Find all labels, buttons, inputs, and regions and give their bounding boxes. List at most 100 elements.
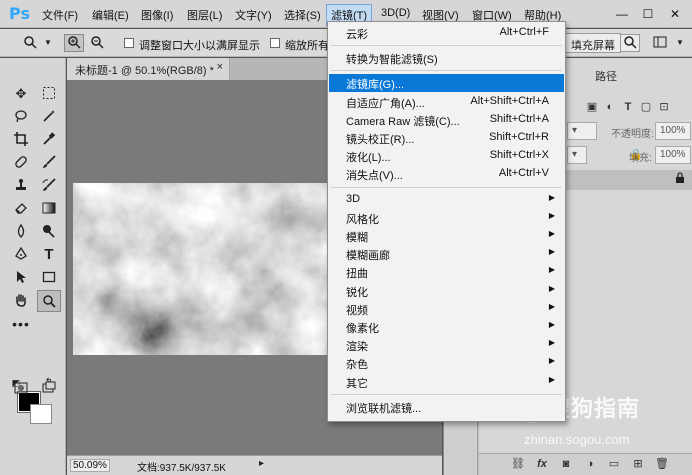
quick-mask-icon[interactable] bbox=[9, 378, 33, 400]
filter-menu-item-shortcut: Shift+Ctrl+X bbox=[489, 149, 549, 162]
filter-menu-item[interactable]: 模糊画廊 ▶ bbox=[329, 245, 564, 263]
filter-menu-item[interactable]: 其它 ▶ bbox=[329, 373, 564, 391]
blur-tool-icon[interactable] bbox=[9, 221, 33, 243]
new-layer-icon[interactable]: ⊞ bbox=[631, 457, 645, 471]
watermark-url: zhinan.sogou.com bbox=[524, 432, 630, 447]
filter-menu-item[interactable]: 浏览联机滤镜... bbox=[329, 398, 564, 416]
submenu-arrow-icon: ▶ bbox=[548, 192, 555, 202]
filter-menu-item[interactable]: 锐化 ▶ bbox=[329, 282, 564, 300]
filter-menu-item-label: Camera Raw 滤镜(C)... bbox=[346, 115, 460, 128]
maximize-button[interactable]: ☐ bbox=[637, 5, 659, 23]
filter-menu-item-shortcut: Alt+Shift+Ctrl+A bbox=[470, 94, 549, 107]
filter-menu-item[interactable]: 自适应广角(A)... Alt+Shift+Ctrl+A bbox=[329, 93, 564, 111]
zoom-out-icon[interactable] bbox=[87, 34, 107, 52]
opacity-label: 不透明度: bbox=[611, 129, 654, 140]
filter-menu-item-label: 液化(L)... bbox=[346, 152, 391, 165]
healing-brush-tool-icon[interactable] bbox=[9, 152, 33, 174]
filter-adjustment-icon[interactable]: ◐ bbox=[603, 100, 617, 114]
filter-menu-item-label: 浏览联机滤镜... bbox=[346, 402, 422, 415]
more-tools-icon[interactable]: ••• bbox=[9, 313, 33, 335]
pen-tool-icon[interactable] bbox=[9, 244, 33, 266]
fill-field[interactable]: 100% bbox=[655, 146, 691, 164]
filter-menu-item[interactable]: 扭曲 ▶ bbox=[329, 263, 564, 281]
filter-menu-item-label: 滤镜库(G)... bbox=[346, 79, 405, 92]
status-menu-arrow-icon[interactable]: ▸ bbox=[259, 458, 264, 469]
filter-menu-item[interactable]: 风格化 ▶ bbox=[329, 209, 564, 227]
filter-menu-item[interactable]: 像素化 ▶ bbox=[329, 318, 564, 336]
hand-tool-icon[interactable] bbox=[9, 290, 33, 312]
resize-windows-checkbox[interactable] bbox=[124, 38, 134, 48]
search-icon[interactable] bbox=[620, 34, 640, 52]
rectangle-tool-icon[interactable] bbox=[37, 267, 61, 289]
filter-menu-item[interactable]: 视频 ▶ bbox=[329, 300, 564, 318]
lock-options[interactable]: ▾ bbox=[567, 146, 587, 164]
type-tool-icon[interactable]: T bbox=[37, 244, 61, 266]
layer-style-icon[interactable]: fx bbox=[535, 457, 549, 471]
path-selection-tool-icon[interactable] bbox=[9, 267, 33, 289]
filter-shape-icon[interactable]: ▢ bbox=[639, 100, 653, 114]
menu-file[interactable]: 文件(F) bbox=[42, 7, 78, 23]
eraser-tool-icon[interactable] bbox=[9, 198, 33, 220]
zoom-tool-icon[interactable] bbox=[37, 290, 61, 312]
menu-edit[interactable]: 编辑(E) bbox=[92, 7, 129, 23]
clouds-canvas[interactable] bbox=[73, 183, 333, 355]
add-mask-icon[interactable]: ◙ bbox=[559, 457, 573, 471]
menu-layer[interactable]: 图层(L) bbox=[187, 7, 222, 23]
chevron-down-icon[interactable]: ▼ bbox=[38, 34, 58, 52]
lasso-tool-icon[interactable] bbox=[9, 106, 33, 128]
zoom-all-checkbox[interactable] bbox=[270, 38, 280, 48]
eyedropper-tool-icon[interactable] bbox=[37, 129, 61, 151]
tab-paths[interactable]: 路径 bbox=[595, 68, 617, 84]
zoom-level-field[interactable]: 50.09% bbox=[70, 459, 110, 472]
filter-pixel-icon[interactable]: ▣ bbox=[585, 100, 599, 114]
filter-menu: 云彩 Alt+Ctrl+F 转换为智能滤镜(S) 滤镜库(G)... 自适应广角(A).… bbox=[327, 21, 566, 422]
filter-menu-item[interactable]: 3D ▶ bbox=[329, 191, 564, 209]
history-brush-tool-icon[interactable] bbox=[37, 175, 61, 197]
filter-type-icon[interactable]: T bbox=[621, 100, 635, 114]
filter-menu-item[interactable]: 云彩 Alt+Ctrl+F bbox=[329, 24, 564, 42]
filter-menu-item[interactable]: 滤镜库(G)... bbox=[329, 74, 564, 93]
close-window-button[interactable]: ✕ bbox=[664, 5, 686, 23]
magic-wand-tool-icon[interactable] bbox=[37, 106, 61, 128]
menu-select[interactable]: 选择(S) bbox=[284, 7, 321, 23]
move-tool-icon[interactable]: ✥ bbox=[9, 83, 33, 105]
opacity-field[interactable]: 100% bbox=[655, 122, 691, 140]
marquee-tool-icon[interactable] bbox=[37, 83, 61, 105]
adjustment-layer-icon[interactable]: ◑ bbox=[583, 457, 597, 471]
menu-3d[interactable]: 3D(D) bbox=[381, 7, 410, 19]
screen-mode-icon[interactable] bbox=[37, 378, 61, 400]
document-tab[interactable]: 未标题-1 @ 50.1%(RGB/8) * × bbox=[67, 58, 230, 80]
workspace-icon[interactable] bbox=[650, 34, 670, 52]
menu-type[interactable]: 文字(Y) bbox=[235, 7, 272, 23]
filter-menu-item[interactable]: 液化(L)... Shift+Ctrl+X bbox=[329, 147, 564, 165]
clouds-render-image bbox=[73, 183, 333, 355]
filter-menu-item[interactable]: Camera Raw 滤镜(C)... Shift+Ctrl+A bbox=[329, 111, 564, 129]
close-icon[interactable]: × bbox=[217, 61, 223, 73]
filter-menu-item[interactable]: 渲染 ▶ bbox=[329, 336, 564, 354]
new-group-icon[interactable]: ▭ bbox=[607, 457, 621, 471]
filter-menu-item[interactable]: 模糊 ▶ bbox=[329, 227, 564, 245]
tools-panel: ✥ T ••• ◩ bbox=[0, 58, 66, 475]
menu-separator bbox=[331, 70, 562, 72]
filter-menu-item[interactable]: 转换为智能滤镜(S) bbox=[329, 49, 564, 67]
filter-menu-item[interactable]: 杂色 ▶ bbox=[329, 354, 564, 372]
menu-image[interactable]: 图像(I) bbox=[141, 7, 173, 23]
filter-menu-item[interactable]: 消失点(V)... Alt+Ctrl+V bbox=[329, 165, 564, 183]
minimize-button[interactable]: — bbox=[611, 5, 633, 23]
filter-menu-item[interactable]: 镜头校正(R)... Shift+Ctrl+R bbox=[329, 129, 564, 147]
blend-mode-select[interactable]: ▾ bbox=[567, 122, 597, 140]
chevron-down-icon[interactable]: ▼ bbox=[670, 34, 690, 52]
brush-tool-icon[interactable] bbox=[37, 152, 61, 174]
zoom-tool-preset-icon[interactable] bbox=[20, 34, 40, 52]
dodge-tool-icon[interactable] bbox=[37, 221, 61, 243]
trash-icon[interactable]: 🗑 bbox=[655, 457, 669, 471]
fill-screen-button[interactable]: 填充屏幕 bbox=[565, 33, 621, 53]
gradient-tool-icon[interactable] bbox=[37, 198, 61, 220]
clone-stamp-tool-icon[interactable] bbox=[9, 175, 33, 197]
filter-smart-object-icon[interactable]: ⊡ bbox=[657, 100, 671, 114]
filter-menu-item-label: 杂色 bbox=[346, 359, 368, 372]
crop-tool-icon[interactable] bbox=[9, 129, 33, 151]
link-layers-icon[interactable]: ⛓ bbox=[511, 457, 525, 471]
background-color-swatch[interactable] bbox=[30, 404, 52, 424]
zoom-in-icon[interactable] bbox=[64, 34, 84, 52]
